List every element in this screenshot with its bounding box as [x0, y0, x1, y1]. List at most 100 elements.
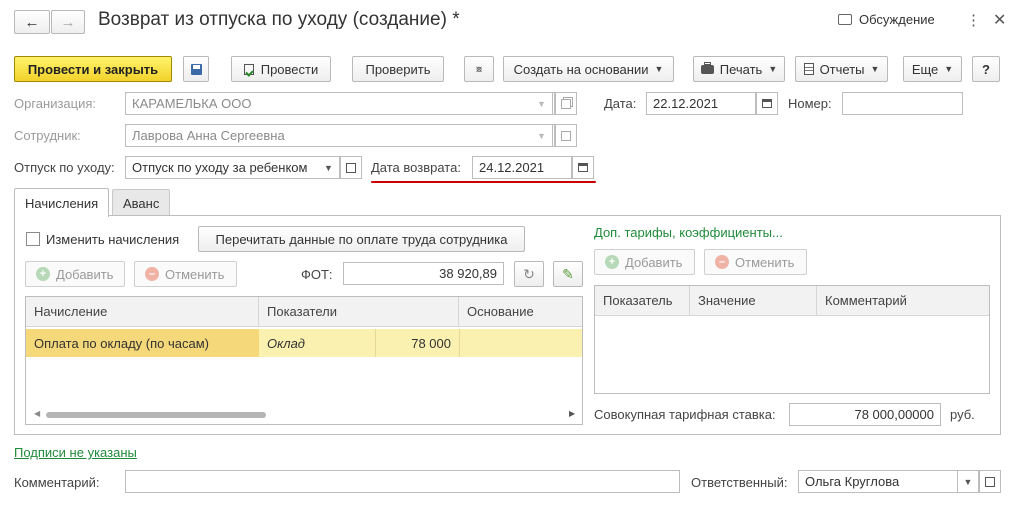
- accruals-cancel-label: Отменить: [165, 266, 225, 282]
- currency-label: руб.: [950, 407, 975, 422]
- total-tariff-field[interactable]: 78 000,00000: [789, 403, 941, 426]
- accruals-add-label: Добавить: [56, 266, 114, 282]
- organization-dropdown[interactable]: ▼: [531, 92, 553, 115]
- tab-accruals[interactable]: Начисления: [14, 188, 110, 217]
- fot-field[interactable]: 38 920,89: [343, 262, 504, 285]
- comment-field[interactable]: [125, 470, 680, 493]
- scrollbar-left-arrow[interactable]: ◀: [34, 409, 40, 418]
- leave-dropdown[interactable]: ▼: [318, 156, 340, 179]
- scrollbar-right-arrow[interactable]: ▶: [569, 409, 575, 418]
- print-button[interactable]: Печать ▼: [693, 56, 785, 82]
- column-header-basis[interactable]: Основание: [459, 297, 582, 327]
- more-button[interactable]: Еще ▼: [903, 56, 962, 82]
- printer-icon: [700, 61, 714, 74]
- paperclip-icon: ⌖: [470, 60, 488, 78]
- attach-button[interactable]: ⌖: [464, 56, 494, 82]
- chevron-down-icon: ▼: [768, 64, 778, 74]
- tariffs-table[interactable]: Показатель Значение Комментарий: [594, 285, 990, 394]
- calendar-icon: [578, 163, 588, 172]
- close-icon[interactable]: ✕: [993, 10, 1006, 30]
- tariffs-cancel-label: Отменить: [735, 254, 795, 270]
- fot-label: ФОТ:: [301, 267, 333, 282]
- plus-circle-icon: +: [605, 255, 619, 269]
- chevron-down-icon: ▼: [537, 130, 546, 141]
- column-header-indicator[interactable]: Показатель: [595, 286, 690, 316]
- accruals-table[interactable]: Начисление Показатели Основание Оплата п…: [25, 296, 583, 425]
- employee-dropdown[interactable]: ▼: [531, 124, 553, 147]
- accruals-add-button[interactable]: + Добавить: [25, 261, 125, 287]
- indicator-cell: Оклад: [267, 335, 305, 351]
- organization-field[interactable]: КАРАМЕЛЬКА ООО: [125, 92, 555, 115]
- plus-circle-icon: +: [36, 267, 50, 281]
- number-field[interactable]: [842, 92, 963, 115]
- tariffs-add-button[interactable]: + Добавить: [594, 249, 695, 275]
- minus-circle-icon: –: [715, 255, 729, 269]
- leave-field[interactable]: Отпуск по уходу за ребенком: [125, 156, 341, 179]
- employee-label: Сотрудник:: [14, 128, 81, 143]
- chevron-down-icon: ▼: [944, 64, 954, 74]
- create-based-on-button[interactable]: Создать на основании ▼: [503, 56, 674, 82]
- date-calendar-button[interactable]: [756, 92, 778, 115]
- open-window-icon: [561, 130, 571, 141]
- check-label: Проверить: [365, 61, 431, 77]
- discussion-button[interactable]: Обсуждение: [838, 12, 935, 27]
- date-field[interactable]: 22.12.2021: [646, 92, 756, 115]
- accrual-cell: Оплата по окладу (по часам): [26, 329, 259, 357]
- tariffs-add-label: Добавить: [625, 254, 683, 270]
- refresh-fot-button[interactable]: ↻: [514, 261, 544, 287]
- column-header-indicators[interactable]: Показатели: [259, 297, 459, 327]
- create-based-on-label: Создать на основании: [513, 61, 649, 77]
- reports-label: Отчеты: [819, 61, 865, 77]
- back-button[interactable]: ←: [14, 10, 50, 34]
- post-button[interactable]: Провести: [231, 56, 331, 82]
- organization-open-button[interactable]: [555, 92, 577, 115]
- return-date-field[interactable]: 24.12.2021: [472, 156, 572, 179]
- open-window-icon: [561, 98, 571, 109]
- arrow-right-icon: →: [60, 13, 76, 31]
- employee-field[interactable]: Лаврова Анна Сергеевна: [125, 124, 555, 147]
- more-vert-icon[interactable]: ⋮: [966, 11, 981, 29]
- open-window-icon: [346, 162, 356, 173]
- edit-fot-button[interactable]: ✎: [553, 261, 583, 287]
- indicator-value-cell: 78 000: [375, 329, 459, 357]
- table-row[interactable]: Оплата по окладу (по часам) Оклад 78 000: [26, 329, 582, 357]
- return-date-calendar-button[interactable]: [572, 156, 594, 179]
- total-tariff-label: Совокупная тарифная ставка:: [594, 407, 776, 422]
- change-accruals-checkbox[interactable]: [26, 232, 40, 246]
- leave-open-button[interactable]: [340, 156, 362, 179]
- post-and-close-button[interactable]: Провести и закрыть: [14, 56, 172, 82]
- reread-payroll-button[interactable]: Перечитать данные по оплате труда сотруд…: [198, 226, 525, 252]
- horizontal-scrollbar[interactable]: [46, 412, 266, 418]
- change-accruals-label: Изменить начисления: [46, 232, 180, 247]
- reports-button[interactable]: Отчеты ▼: [795, 56, 888, 82]
- post-label: Провести: [260, 61, 319, 77]
- tariffs-cancel-button[interactable]: – Отменить: [704, 249, 807, 275]
- arrow-left-icon: ←: [24, 13, 40, 31]
- chevron-down-icon: ▼: [654, 64, 664, 74]
- responsible-open-button[interactable]: [979, 470, 1001, 493]
- help-button[interactable]: ?: [972, 56, 1000, 82]
- number-label: Номер:: [788, 96, 832, 111]
- tab-advance[interactable]: Аванс: [112, 189, 171, 217]
- save-icon: [190, 63, 202, 75]
- check-button[interactable]: Проверить: [352, 56, 444, 82]
- minus-circle-icon: –: [145, 267, 159, 281]
- column-header-accrual[interactable]: Начисление: [26, 297, 259, 327]
- chevron-down-icon: ▼: [963, 476, 973, 487]
- forward-button[interactable]: →: [51, 10, 85, 34]
- leave-label: Отпуск по уходу:: [14, 160, 115, 175]
- responsible-dropdown[interactable]: ▼: [957, 470, 979, 493]
- accruals-cancel-button[interactable]: – Отменить: [134, 261, 237, 287]
- post-icon: [243, 63, 254, 77]
- print-label: Печать: [719, 61, 763, 77]
- return-date-label: Дата возврата:: [371, 160, 461, 175]
- signatures-link[interactable]: Подписи не указаны: [14, 445, 137, 460]
- column-header-comment[interactable]: Комментарий: [817, 286, 989, 316]
- save-button[interactable]: [183, 56, 209, 82]
- page-title: Возврат из отпуска по уходу (создание) *: [98, 9, 460, 30]
- responsible-field[interactable]: Ольга Круглова: [798, 470, 958, 493]
- extra-tariffs-link[interactable]: Доп. тарифы, коэффициенты...: [594, 225, 783, 240]
- refresh-icon: ↻: [523, 265, 535, 282]
- employee-open-button[interactable]: [555, 124, 577, 147]
- column-header-value[interactable]: Значение: [690, 286, 817, 316]
